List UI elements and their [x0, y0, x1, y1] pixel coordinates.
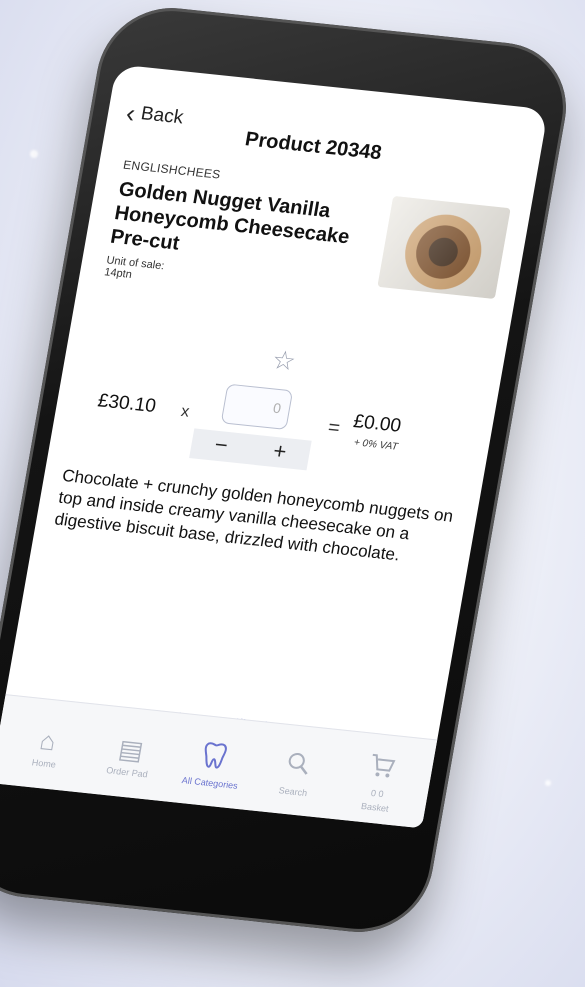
- back-label: Back: [139, 103, 185, 129]
- tab-label: All Categories: [181, 775, 239, 791]
- tab-all-categories[interactable]: All Categories: [170, 737, 256, 792]
- notepad-icon: ▤: [116, 732, 146, 766]
- tooth-icon: [198, 740, 230, 775]
- tab-basket[interactable]: 0 0 Basket: [335, 748, 423, 816]
- chevron-left-icon: ‹: [123, 97, 138, 129]
- decrement-button[interactable]: −: [189, 428, 253, 464]
- tab-search[interactable]: Search: [253, 746, 339, 801]
- unit-price: £30.10: [96, 390, 158, 418]
- line-total: £0.00: [351, 411, 403, 437]
- cart-icon: [366, 751, 398, 786]
- house-icon: ⌂: [37, 724, 59, 756]
- favorite-star-icon[interactable]: ☆: [270, 344, 298, 377]
- tab-order-pad[interactable]: ▤ Order Pad: [87, 731, 172, 781]
- basket-count-badge: 0 0: [370, 787, 385, 800]
- multiply-sign: x: [179, 403, 191, 421]
- equals-sign: =: [326, 416, 342, 440]
- phone-mockup: ‹ Back Product 20348 ENGLISHCHEES Golden…: [0, 1, 578, 939]
- tab-label: Home: [31, 756, 57, 770]
- tab-label: Search: [277, 785, 308, 799]
- search-icon: [282, 749, 314, 784]
- vat-note: + 0% VAT: [352, 437, 399, 453]
- tab-label: Basket: [360, 800, 390, 814]
- back-button[interactable]: ‹ Back: [123, 97, 185, 130]
- increment-button[interactable]: +: [248, 435, 312, 471]
- product-image[interactable]: [377, 195, 511, 300]
- page-title: Product 20348: [243, 128, 384, 165]
- quantity-input[interactable]: 0: [220, 383, 294, 431]
- tab-home[interactable]: ⌂ Home: [4, 722, 89, 772]
- tab-label: Order Pad: [105, 764, 149, 779]
